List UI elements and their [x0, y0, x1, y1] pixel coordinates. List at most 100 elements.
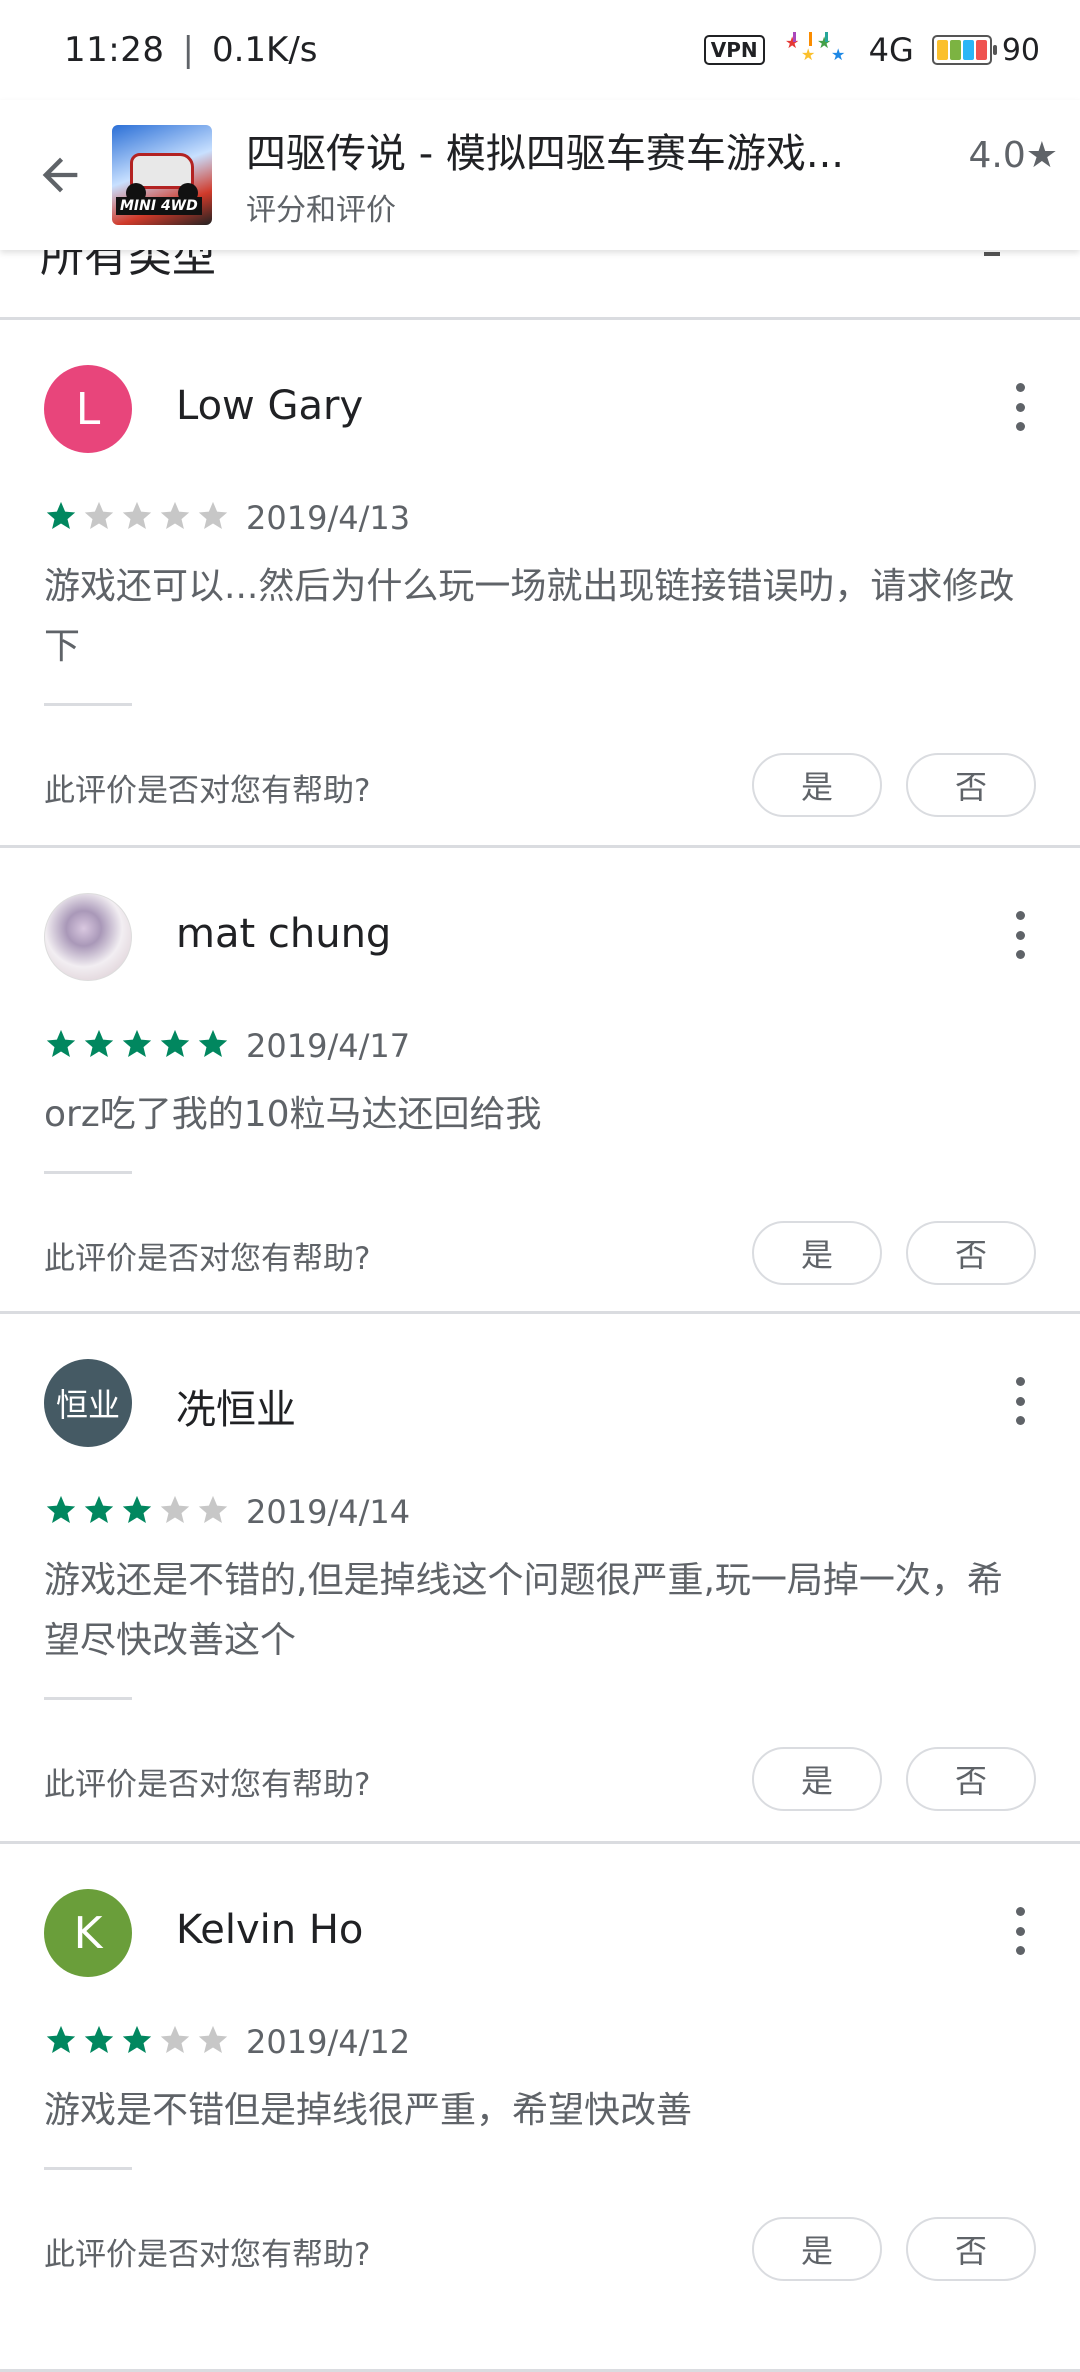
arrow-back-icon	[42, 157, 78, 193]
review-text: 游戏还是不错的,但是掉线这个问题很严重,玩一局掉一次，希望尽快改善这个	[44, 1560, 1003, 1661]
network-type: 4G	[868, 31, 914, 69]
signal-icon: ★ ★ ★ ★	[785, 32, 845, 64]
dot	[1015, 1946, 1025, 1955]
star-filled-icon	[46, 2025, 76, 2054]
svg-text:★: ★	[785, 33, 799, 52]
dot	[1015, 402, 1025, 412]
star-filled-icon	[84, 1029, 114, 1058]
app-icon-badge: MINI 4WD	[116, 197, 202, 215]
review-date: 2019/4/17	[246, 1027, 411, 1065]
app-icon: MINI 4WD	[112, 125, 212, 225]
dot	[1015, 950, 1025, 959]
dot	[1015, 422, 1025, 431]
dot	[1015, 1377, 1025, 1386]
star-empty-icon	[122, 501, 152, 530]
helpful-question: 此评价是否对您有帮助?	[44, 1241, 371, 1277]
helpful-no-button[interactable]: 否	[906, 1747, 1036, 1811]
star-filled-icon	[84, 1495, 114, 1524]
star-filled-icon	[122, 2025, 152, 2054]
review-date: 2019/4/12	[246, 2023, 411, 2061]
overall-rating: 4.0★	[968, 134, 1058, 176]
status-separator: |	[182, 30, 194, 70]
star-filled-icon	[46, 1495, 76, 1524]
review-item: mat chung 2019/4/17 orz吃了我的10粒马达还回给我 此评价…	[0, 851, 1080, 1314]
star-filled-icon	[198, 1029, 228, 1058]
star-filled-icon	[46, 1029, 76, 1058]
divider	[44, 1171, 132, 1174]
review-text: 游戏还可以...然后为什么玩一场就出现链接错误叻，请求修改下	[44, 566, 1015, 667]
vpn-icon: VPN	[703, 35, 765, 65]
divider	[44, 703, 132, 706]
dropdown-icon	[984, 252, 1000, 256]
avatar: 恒业	[44, 1359, 132, 1447]
back-button[interactable]	[0, 100, 120, 250]
dot	[1015, 1416, 1025, 1425]
battery-level: 90	[1001, 32, 1040, 68]
helpful-no-button[interactable]: 否	[906, 753, 1036, 817]
helpful-yes-button[interactable]: 是	[752, 1747, 882, 1811]
reviewer-name: Low Gary	[176, 383, 364, 429]
avatar-letter: K	[73, 1907, 103, 1959]
helpful-yes-button[interactable]: 是	[752, 753, 882, 817]
more-options-button[interactable]	[1000, 1369, 1040, 1433]
star-empty-icon	[198, 2025, 228, 2054]
star-empty-icon	[160, 2025, 190, 2054]
star-filled-icon	[122, 1029, 152, 1058]
helpful-question: 此评价是否对您有帮助?	[44, 773, 371, 809]
avatar-letter: L	[75, 383, 101, 435]
star-empty-icon	[198, 501, 228, 530]
helpful-question: 此评价是否对您有帮助?	[44, 1767, 371, 1803]
svg-text:★: ★	[831, 45, 845, 64]
more-options-button[interactable]	[1000, 1899, 1040, 1963]
star-empty-icon	[198, 1495, 228, 1524]
star-empty-icon	[160, 1495, 190, 1524]
svg-text:★: ★	[817, 33, 831, 52]
star-empty-icon	[84, 501, 114, 530]
svg-text:★: ★	[801, 45, 815, 64]
title-block: 四驱传说 - 模拟四驱车赛车游戏... 评分和评价	[246, 121, 954, 229]
divider	[44, 2167, 132, 2170]
dot	[1015, 911, 1025, 920]
avatar-letter: 恒业	[55, 1386, 120, 1424]
more-options-button[interactable]	[1000, 375, 1040, 439]
reviewer-name: Kelvin Ho	[176, 1907, 364, 1953]
star-filled-icon	[122, 1495, 152, 1524]
status-time: 11:28	[64, 30, 165, 70]
filter-label: 所有类型	[40, 250, 216, 282]
star-rating	[44, 1027, 230, 1061]
avatar: L	[44, 365, 132, 453]
avatar: K	[44, 1889, 132, 1977]
star-filled-icon	[46, 501, 76, 530]
avatar	[44, 893, 132, 981]
star-empty-icon	[160, 501, 190, 530]
review-date: 2019/4/14	[246, 1493, 411, 1531]
app-title: 四驱传说 - 模拟四驱车赛车游戏...	[246, 131, 845, 177]
review-item: L Low Gary 2019/4/13 游戏还可以...然后为什么玩一场就出现…	[0, 323, 1080, 848]
review-item: K Kelvin Ho 2019/4/12 游戏是不错但是掉线很严重，希望快改善…	[0, 1847, 1080, 2372]
battery-icon	[931, 35, 997, 65]
divider	[44, 1697, 132, 1700]
filter-row[interactable]: 所有类型	[0, 250, 1080, 320]
review-text: 游戏是不错但是掉线很严重，希望快改善	[44, 2090, 693, 2131]
network-speed: 0.1K/s	[211, 30, 318, 70]
helpful-yes-button[interactable]: 是	[752, 1221, 882, 1285]
star-rating	[44, 2023, 230, 2057]
dot	[1015, 1396, 1025, 1406]
helpful-no-button[interactable]: 否	[906, 1221, 1036, 1285]
star-filled-icon	[160, 1029, 190, 1058]
reviewer-name: mat chung	[176, 911, 392, 957]
review-date: 2019/4/13	[246, 499, 411, 537]
status-bar: 11:28 | 0.1K/s VPN ★ ★ ★ ★ 4G 90	[0, 0, 1080, 100]
dot	[1015, 1926, 1025, 1936]
dot	[1015, 1907, 1025, 1916]
helpful-no-button[interactable]: 否	[906, 2217, 1036, 2281]
helpful-yes-button[interactable]: 是	[752, 2217, 882, 2281]
helpful-question: 此评价是否对您有帮助?	[44, 2237, 371, 2273]
review-list: L Low Gary 2019/4/13 游戏还可以...然后为什么玩一场就出现…	[0, 323, 1080, 2372]
star-rating	[44, 1493, 230, 1527]
app-bar: MINI 4WD 四驱传说 - 模拟四驱车赛车游戏... 评分和评价 4.0★	[0, 100, 1080, 250]
review-item: 恒业 冼恒业 2019/4/14 游戏还是不错的,但是掉线这个问题很严重,玩一局…	[0, 1317, 1080, 1844]
reviewer-name: 冼恒业	[176, 1387, 296, 1433]
more-options-button[interactable]	[1000, 903, 1040, 967]
star-filled-icon	[84, 2025, 114, 2054]
